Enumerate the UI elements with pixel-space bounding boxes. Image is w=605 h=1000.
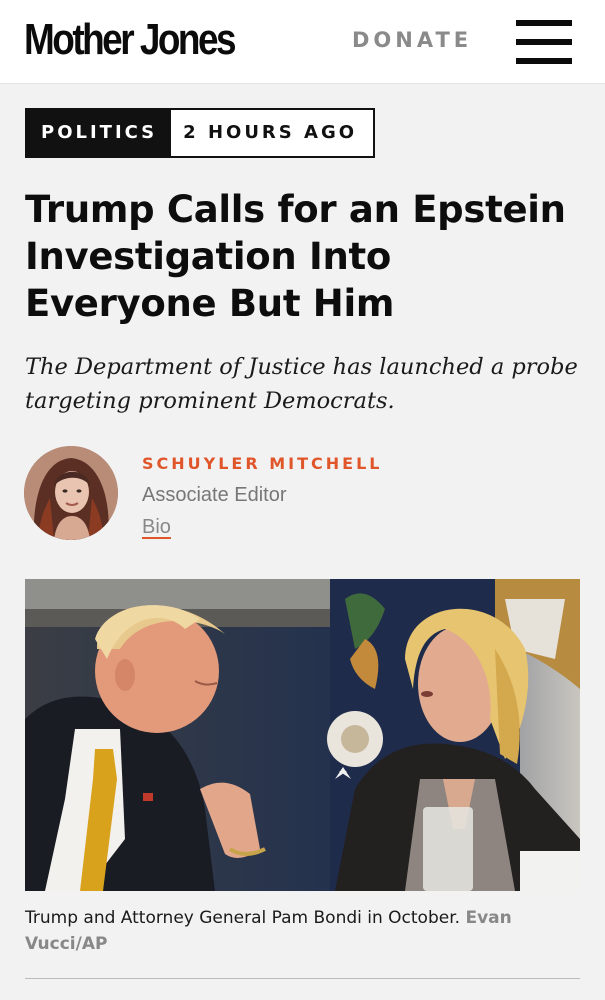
- section-tag[interactable]: POLITICS: [27, 110, 172, 156]
- author-title: Associate Editor: [142, 484, 287, 506]
- photo-caption: Trump and Attorney General Pam Bondi in …: [25, 905, 580, 957]
- donate-link[interactable]: DONATE: [352, 28, 472, 52]
- author-name[interactable]: SCHUYLER MITCHELL: [142, 454, 383, 473]
- site-header: Mother Jones DONATE: [0, 0, 605, 84]
- caption-text: Trump and Attorney General Pam Bondi in …: [25, 908, 461, 928]
- hamburger-menu-icon[interactable]: [516, 20, 572, 64]
- divider: [25, 978, 580, 979]
- article-dek: The Department of Justice has launched a…: [25, 354, 578, 414]
- article-meta-tags: POLITICS 2 HOURS AGO: [25, 108, 376, 158]
- site-logo[interactable]: Mother Jones: [24, 14, 237, 66]
- article-headline: Trump Calls for an Epstein Investigation…: [25, 188, 566, 325]
- timestamp: 2 HOURS AGO: [183, 122, 358, 143]
- author-avatar[interactable]: [24, 446, 118, 540]
- article-photo: [25, 579, 580, 891]
- author-bio-link[interactable]: Bio: [142, 516, 171, 539]
